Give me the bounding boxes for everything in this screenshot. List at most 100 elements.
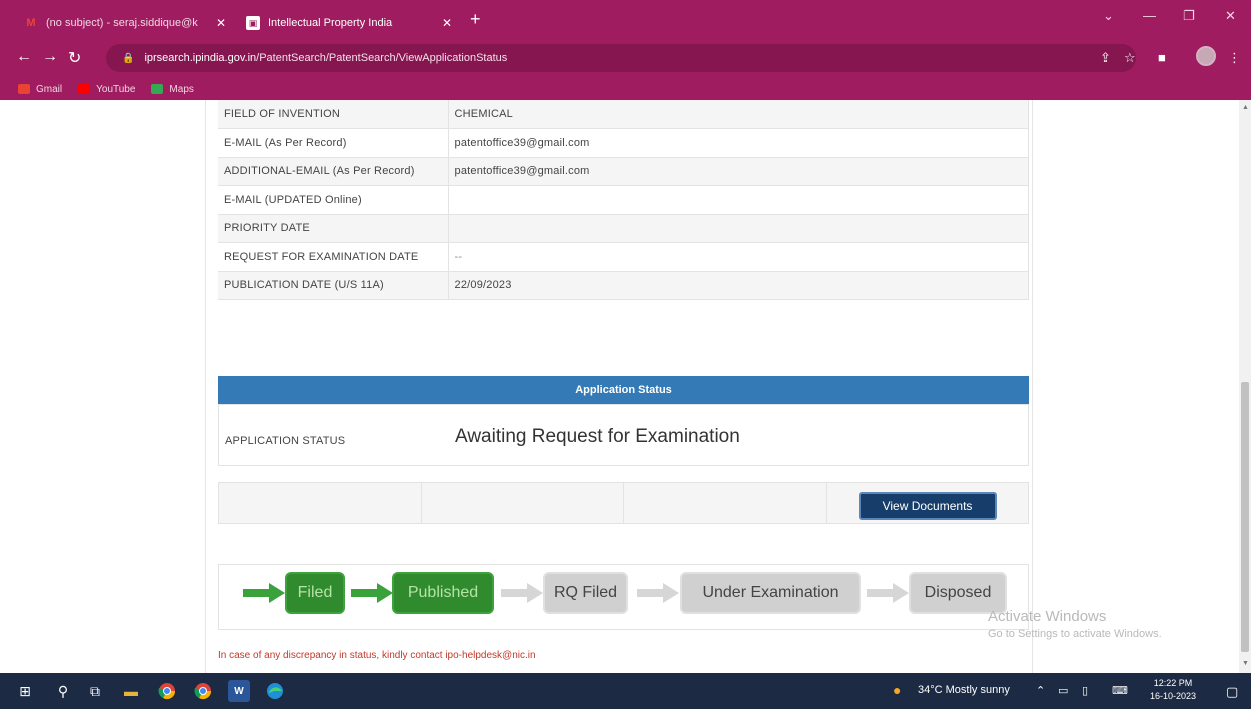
tab-search-chevron-icon[interactable]: ⌄ <box>1103 8 1114 24</box>
tray-chevron-icon[interactable]: ⌃ <box>1036 684 1045 697</box>
scrollbar-thumb[interactable] <box>1241 382 1249 652</box>
bookmark-youtube[interactable]: YouTube <box>78 84 135 95</box>
restore-icon[interactable]: ❐ <box>1183 8 1195 24</box>
activate-windows-subtitle: Go to Settings to activate Windows. <box>988 628 1162 640</box>
documents-row: View Documents <box>218 482 1029 524</box>
url-path: /PatentSearch/PatentSearch/ViewApplicati… <box>256 52 508 64</box>
workflow-step-filed: Filed <box>285 572 345 614</box>
bookmark-gmail[interactable]: Gmail <box>18 84 62 95</box>
new-tab-icon[interactable]: + <box>470 9 481 30</box>
table-row: REQUEST FOR EXAMINATION DATE -- <box>218 242 1029 272</box>
status-section-header: Application Status <box>218 376 1029 404</box>
application-details-table: FIELD OF INVENTION CHEMICAL E-MAIL (As P… <box>218 100 1029 300</box>
lock-icon: 🔒 <box>122 52 135 64</box>
detail-value: patentoffice39@gmail.com <box>448 157 1029 186</box>
status-row: APPLICATION STATUS Awaiting Request for … <box>218 404 1029 466</box>
scroll-down-icon[interactable]: ▼ <box>1242 660 1249 667</box>
weather-text[interactable]: 34°C Mostly sunny <box>918 684 1010 696</box>
tab-ipindia[interactable]: ▣ Intellectual Property India ✕ <box>236 8 462 38</box>
volume-icon[interactable]: ▯ <box>1082 684 1088 697</box>
reload-icon[interactable]: ↻ <box>68 48 81 68</box>
detail-label: PUBLICATION DATE (U/S 11A) <box>218 271 449 300</box>
table-row: PUBLICATION DATE (U/S 11A) 22/09/2023 <box>218 271 1029 300</box>
bookmark-maps[interactable]: Maps <box>151 84 194 95</box>
view-documents-button[interactable]: View Documents <box>858 492 997 520</box>
youtube-icon <box>78 84 91 94</box>
close-window-icon[interactable]: ✕ <box>1225 8 1236 24</box>
task-view-icon[interactable]: ⧉ <box>84 680 106 702</box>
detail-label: PRIORITY DATE <box>218 214 449 243</box>
arrow-right-icon <box>243 583 285 603</box>
detail-value <box>448 185 1029 215</box>
documents-cell <box>422 483 624 523</box>
detail-value: -- <box>448 242 1029 272</box>
scrollbar[interactable]: ▲ ▼ <box>1239 100 1251 673</box>
windows-start-icon[interactable]: ⊞ <box>14 680 36 702</box>
file-explorer-icon[interactable]: ▬ <box>120 680 142 702</box>
menu-icon[interactable]: ⋮ <box>1228 50 1241 66</box>
workflow-step-published: Published <box>392 572 494 614</box>
keyboard-icon[interactable]: ⌨ <box>1112 684 1128 697</box>
scroll-up-icon[interactable]: ▲ <box>1242 104 1249 111</box>
detail-label: E-MAIL (UPDATED Online) <box>218 185 449 215</box>
forward-icon[interactable]: → <box>42 48 58 66</box>
tab-gmail[interactable]: M (no subject) - seraj.siddique@k ✕ <box>14 8 236 38</box>
arrow-right-icon <box>351 583 393 603</box>
detail-label: FIELD OF INVENTION <box>218 100 449 129</box>
chrome-icon[interactable] <box>156 680 178 702</box>
sidepanel-icon[interactable]: ■ <box>1158 50 1166 65</box>
table-row: PRIORITY DATE <box>218 214 1029 243</box>
page-viewport: FIELD OF INVENTION CHEMICAL E-MAIL (As P… <box>0 100 1239 673</box>
avatar[interactable] <box>1196 46 1216 66</box>
network-icon[interactable]: ▭ <box>1058 684 1068 697</box>
detail-label: ADDITIONAL-EMAIL (As Per Record) <box>218 157 449 186</box>
table-row: FIELD OF INVENTION CHEMICAL <box>218 100 1029 129</box>
documents-cell <box>219 483 422 523</box>
documents-cell: View Documents <box>827 483 1029 523</box>
url-host: iprsearch.ipindia.gov.in <box>144 52 257 64</box>
activate-windows-title: Activate Windows <box>988 608 1107 625</box>
bookmark-star-icon[interactable]: ☆ <box>1124 50 1136 66</box>
tab-label: Intellectual Property India <box>268 17 393 29</box>
status-workflow: Filed Published RQ Filed Under Examinati… <box>218 564 1029 630</box>
taskbar: ⊞ ⚲ ⧉ ▬ W ● 34°C Mostly sunny ⌃ ▭ ▯ ⌨ 12… <box>0 673 1251 709</box>
back-icon[interactable]: ← <box>16 48 32 66</box>
address-bar[interactable]: 🔒 iprsearch.ipindia.gov.in /PatentSearch… <box>106 44 1136 72</box>
arrow-right-icon <box>637 583 679 603</box>
chrome-profile-icon[interactable] <box>192 680 214 702</box>
browser-chrome: M (no subject) - seraj.siddique@k ✕ ▣ In… <box>0 0 1251 100</box>
detail-value: 22/09/2023 <box>448 271 1029 300</box>
page-content: FIELD OF INVENTION CHEMICAL E-MAIL (As P… <box>205 100 1033 673</box>
detail-label: E-MAIL (As Per Record) <box>218 128 449 158</box>
documents-cell <box>624 483 827 523</box>
table-row: ADDITIONAL-EMAIL (As Per Record) patento… <box>218 157 1029 186</box>
weather-icon: ● <box>893 682 902 698</box>
detail-value: CHEMICAL <box>448 100 1029 129</box>
search-icon[interactable]: ⚲ <box>52 680 74 702</box>
gmail-icon: M <box>26 17 36 29</box>
word-icon[interactable]: W <box>228 680 250 702</box>
share-icon[interactable]: ⇪ <box>1100 50 1111 66</box>
gmail-icon <box>18 84 30 94</box>
clock-date: 16-10-2023 <box>1150 691 1197 701</box>
notification-icon[interactable]: ▢ <box>1226 684 1238 700</box>
status-value: Awaiting Request for Examination <box>455 426 740 447</box>
edge-icon[interactable] <box>264 680 286 702</box>
clock[interactable]: 12:22 PM 16-10-2023 <box>1150 677 1196 703</box>
toolbar: ← → ↻ 🔒 iprsearch.ipindia.gov.in /Patent… <box>0 38 1251 78</box>
minimize-icon[interactable]: — <box>1143 8 1156 23</box>
tab-label: (no subject) - seraj.siddique@k <box>46 17 198 29</box>
close-icon[interactable]: ✕ <box>216 16 226 30</box>
discrepancy-note: In case of any discrepancy in status, ki… <box>218 650 536 661</box>
detail-value <box>448 214 1029 243</box>
arrow-right-icon <box>867 583 909 603</box>
detail-value: patentoffice39@gmail.com <box>448 128 1029 158</box>
table-row: E-MAIL (As Per Record) patentoffice39@gm… <box>218 128 1029 158</box>
ipindia-icon: ▣ <box>246 16 260 30</box>
clock-time: 12:22 PM <box>1153 678 1193 688</box>
tab-bar: M (no subject) - seraj.siddique@k ✕ ▣ In… <box>0 0 1251 38</box>
maps-icon <box>151 84 164 94</box>
close-icon[interactable]: ✕ <box>442 16 452 30</box>
detail-label: REQUEST FOR EXAMINATION DATE <box>218 242 449 272</box>
workflow-step-under-examination: Under Examination <box>680 572 861 614</box>
